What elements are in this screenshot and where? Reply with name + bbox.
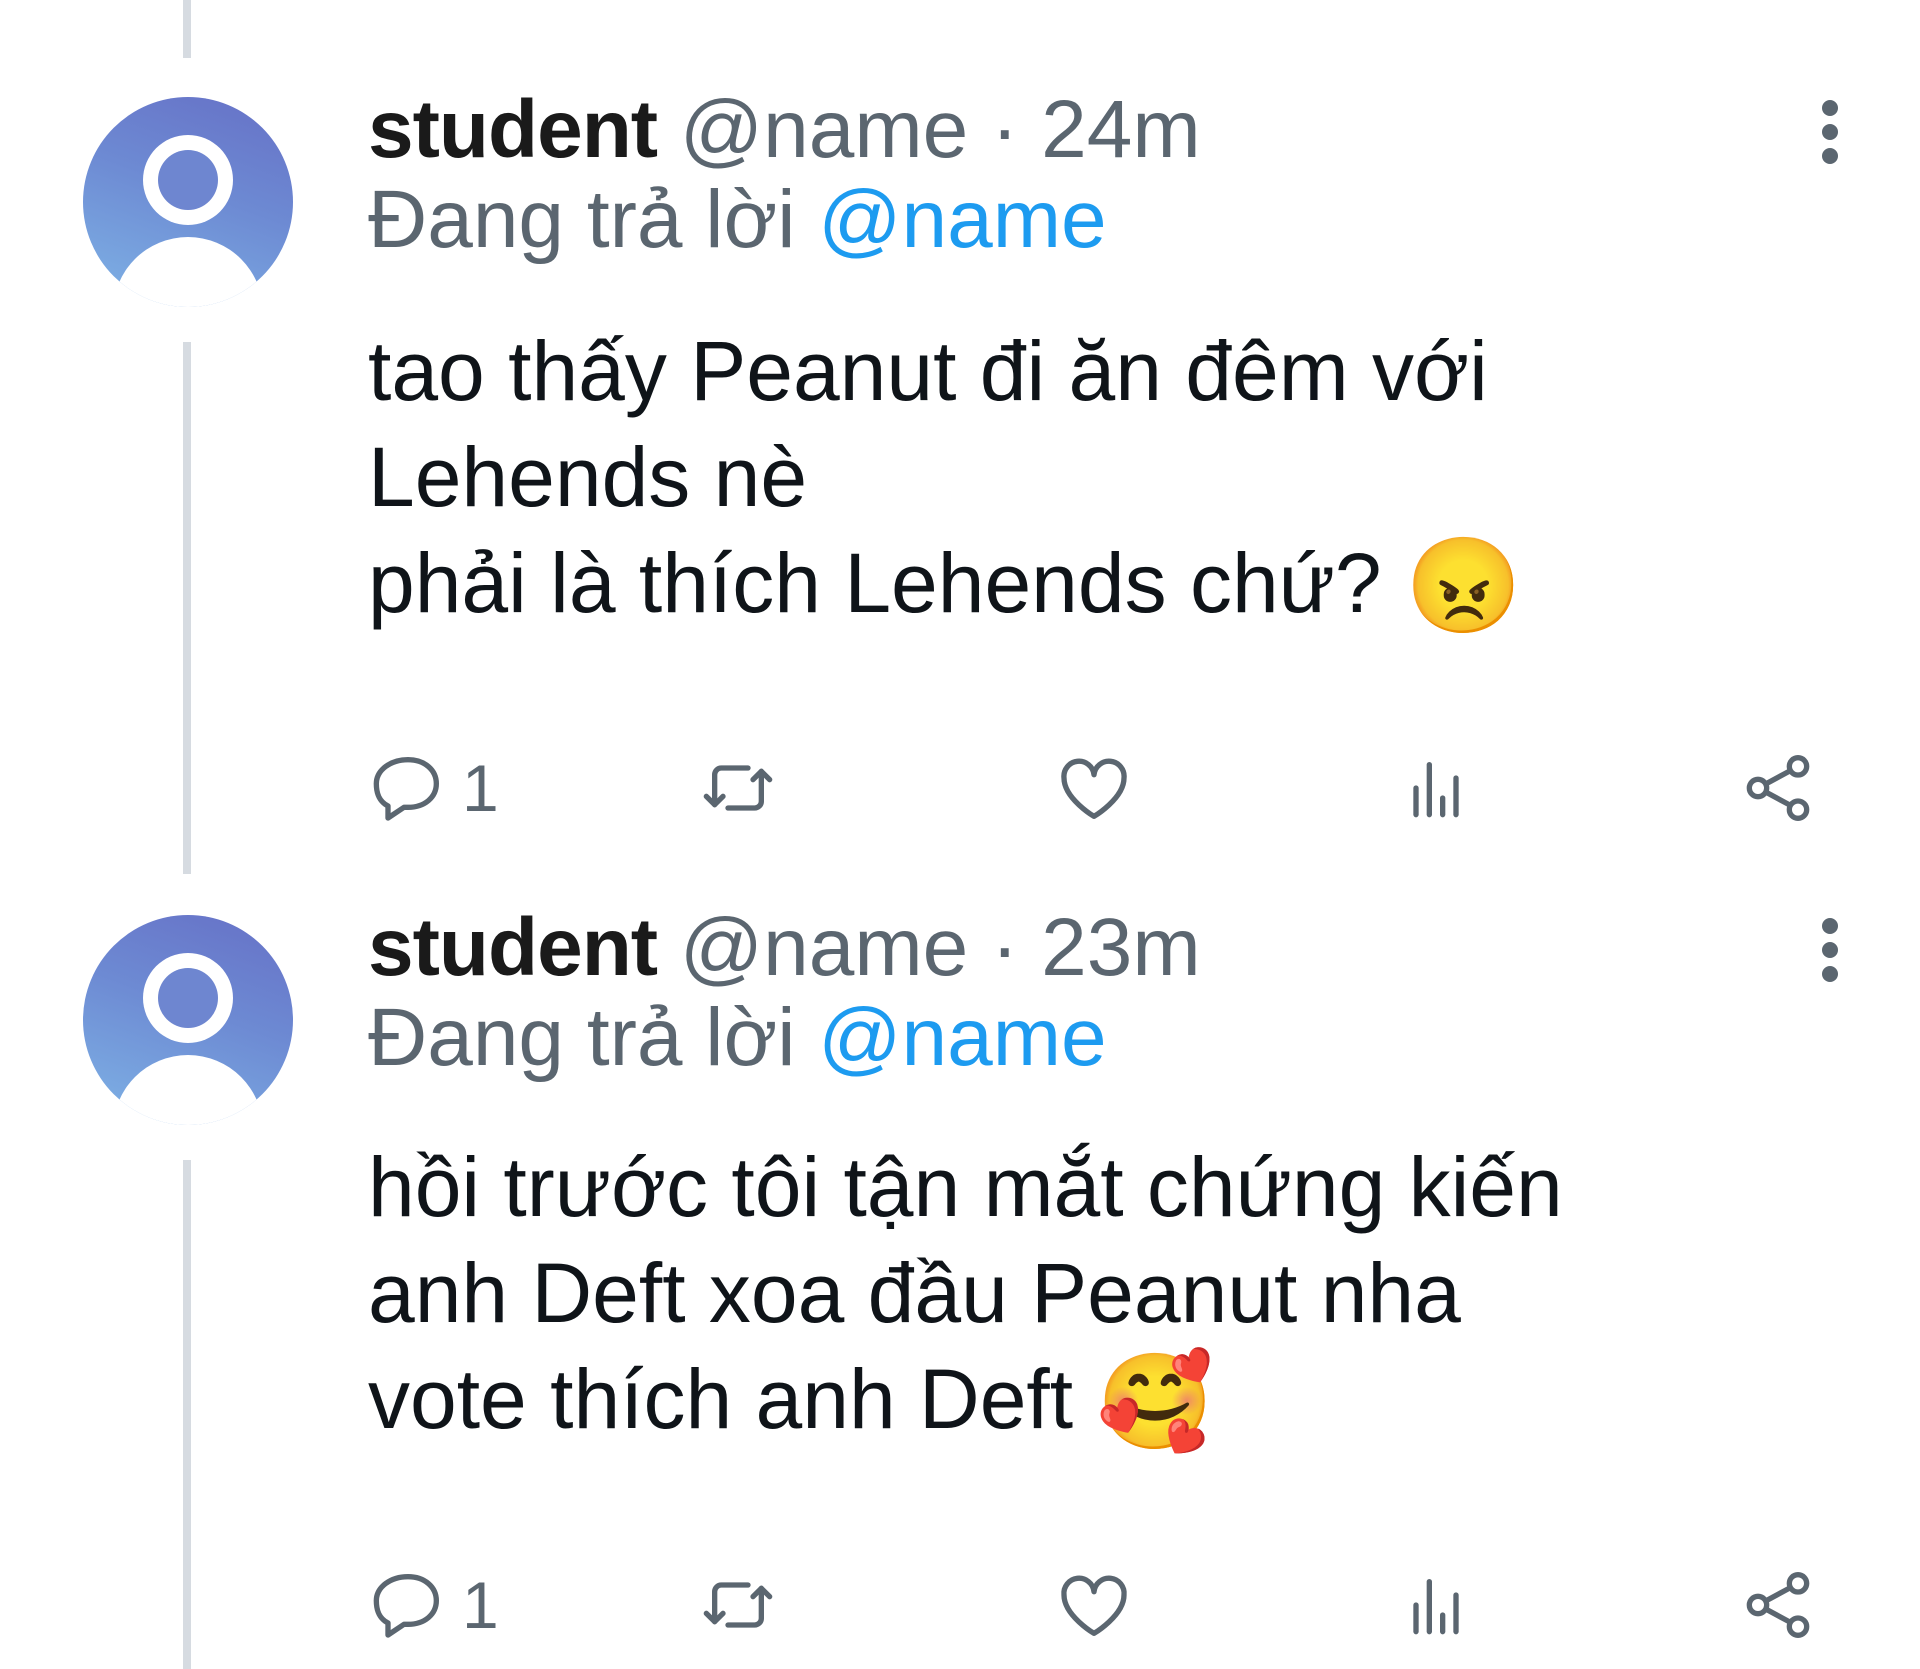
- tweet-text-line: Lehends nè: [368, 430, 808, 524]
- replying-to-label: Đang trả lời: [368, 174, 796, 265]
- retweet-button[interactable]: [698, 1560, 778, 1650]
- separator: ·: [991, 902, 1019, 993]
- share-icon: [1746, 1572, 1810, 1638]
- thread-line-top: [183, 0, 191, 58]
- retweet-icon: [703, 1582, 773, 1628]
- replying-to-handle[interactable]: @name: [818, 174, 1106, 265]
- user-handle[interactable]: @name: [680, 84, 968, 175]
- reply-count: 1: [462, 1568, 499, 1642]
- retweet-button[interactable]: [698, 743, 778, 833]
- reply-button[interactable]: 1: [368, 1560, 499, 1650]
- like-button[interactable]: [1054, 1560, 1134, 1650]
- user-handle[interactable]: @name: [680, 902, 968, 993]
- default-avatar-icon: [143, 953, 233, 1043]
- tweet-text: hồi trước tôi tận mắt chứng kiến anh Def…: [368, 1134, 1563, 1454]
- tweet-text: tao thấy Peanut đi ăn đêm với Lehends nè…: [368, 318, 1523, 638]
- views-button[interactable]: [1396, 743, 1476, 833]
- share-icon: [1746, 755, 1810, 821]
- views-button[interactable]: [1396, 1560, 1476, 1650]
- retweet-icon: [703, 765, 773, 811]
- views-icon: [1413, 1579, 1459, 1635]
- heart-icon: [1061, 1575, 1127, 1636]
- tweet-text-line: vote thích anh Deft: [368, 1352, 1074, 1446]
- tweet-text-line: anh Deft xoa đầu Peanut nha: [368, 1246, 1461, 1340]
- share-button[interactable]: [1738, 743, 1818, 833]
- tweet[interactable]: student @name · 23m Đang trả lời @name h…: [0, 898, 1920, 1658]
- replying-to: Đang trả lời @name: [368, 170, 1107, 270]
- share-button[interactable]: [1738, 1560, 1818, 1650]
- separator: ·: [991, 84, 1019, 175]
- heart-icon: [1061, 758, 1127, 819]
- like-button[interactable]: [1054, 743, 1134, 833]
- timestamp[interactable]: 24m: [1041, 84, 1201, 175]
- tweet-text-line: phải là thích Lehends chứ?: [368, 536, 1382, 630]
- reply-icon: [373, 757, 440, 821]
- reply-count: 1: [462, 751, 499, 825]
- views-icon: [1413, 762, 1459, 818]
- tweet-actions: 1: [368, 743, 1828, 833]
- reply-button[interactable]: 1: [368, 743, 499, 833]
- smiling-face-with-hearts-emoji: 🥰: [1096, 1349, 1214, 1454]
- reply-icon: [373, 1574, 440, 1638]
- display-name[interactable]: student: [368, 902, 658, 993]
- avatar[interactable]: [83, 97, 293, 307]
- display-name[interactable]: student: [368, 84, 658, 175]
- more-vertical-icon[interactable]: [1815, 918, 1845, 990]
- avatar[interactable]: [83, 915, 293, 1125]
- more-vertical-icon[interactable]: [1815, 100, 1845, 172]
- replying-to: Đang trả lời @name: [368, 988, 1107, 1088]
- timestamp[interactable]: 23m: [1041, 902, 1201, 993]
- default-avatar-icon: [143, 135, 233, 225]
- tweet-header: student @name · 24m: [368, 80, 1201, 180]
- tweet[interactable]: student @name · 24m Đang trả lời @name t…: [0, 80, 1920, 840]
- angry-face-emoji: 😠: [1404, 533, 1523, 638]
- tweet-actions: 1: [368, 1560, 1828, 1650]
- replying-to-label: Đang trả lời: [368, 992, 796, 1083]
- replying-to-handle[interactable]: @name: [818, 992, 1106, 1083]
- tweet-text-line: hồi trước tôi tận mắt chứng kiến: [368, 1140, 1563, 1234]
- tweet-header: student @name · 23m: [368, 898, 1201, 998]
- tweet-text-line: tao thấy Peanut đi ăn đêm với: [368, 324, 1488, 418]
